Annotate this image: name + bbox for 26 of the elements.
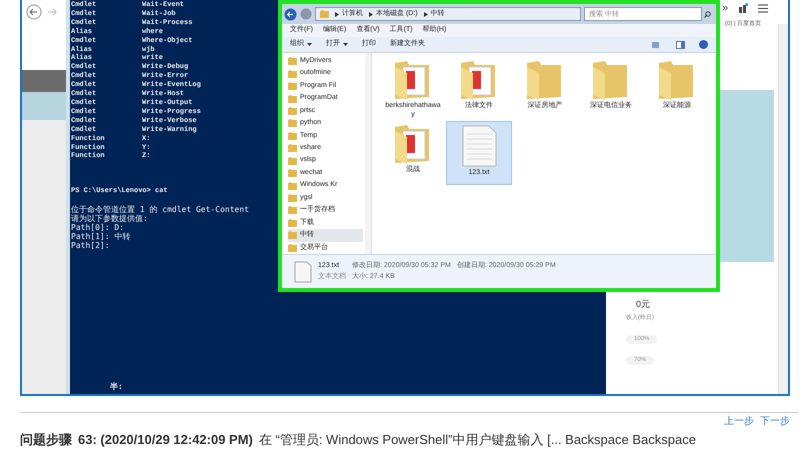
page-banner: [22, 92, 66, 120]
step-description: 在 “管理员: Windows PowerShell”中用户键盘输入 [... Backspace Backspace: [258, 431, 696, 449]
chevron-right-icon: [424, 12, 428, 16]
more-button[interactable]: »: [722, 0, 728, 16]
caret-icon: [307, 43, 312, 46]
extensions-icon[interactable]: [738, 3, 748, 14]
step-number: 63: (2020/10/29 12:42:09 PM): [78, 431, 253, 449]
step-label: 问题步骤: [20, 431, 72, 449]
console-text: 位于命令管道位置 1 的 cmdlet Get-Content: [71, 205, 249, 214]
previous-step-link[interactable]: 上一步: [724, 414, 754, 429]
folder-icon: [320, 10, 329, 18]
next-step-link[interactable]: 下一步: [760, 414, 790, 429]
console-text: Path[1]: 中转: [71, 232, 130, 242]
caret-icon: [343, 43, 348, 46]
console-text: Path[0]: D:: [71, 223, 124, 232]
console-text: Path[2]:: [71, 241, 110, 250]
preview-pane-icon[interactable]: [676, 40, 685, 48]
income-amount: 0元: [635, 298, 652, 311]
page-header-bar: [22, 70, 66, 92]
chevron-right-icon: [335, 12, 339, 16]
console-text: 请为以下参数提供值:: [71, 214, 148, 224]
chevron-right-icon: [369, 12, 373, 16]
menu-icon[interactable]: [758, 4, 768, 13]
search-icon: [704, 10, 711, 18]
ime-status: 半:: [110, 383, 123, 392]
text-file-icon: [294, 260, 312, 282]
